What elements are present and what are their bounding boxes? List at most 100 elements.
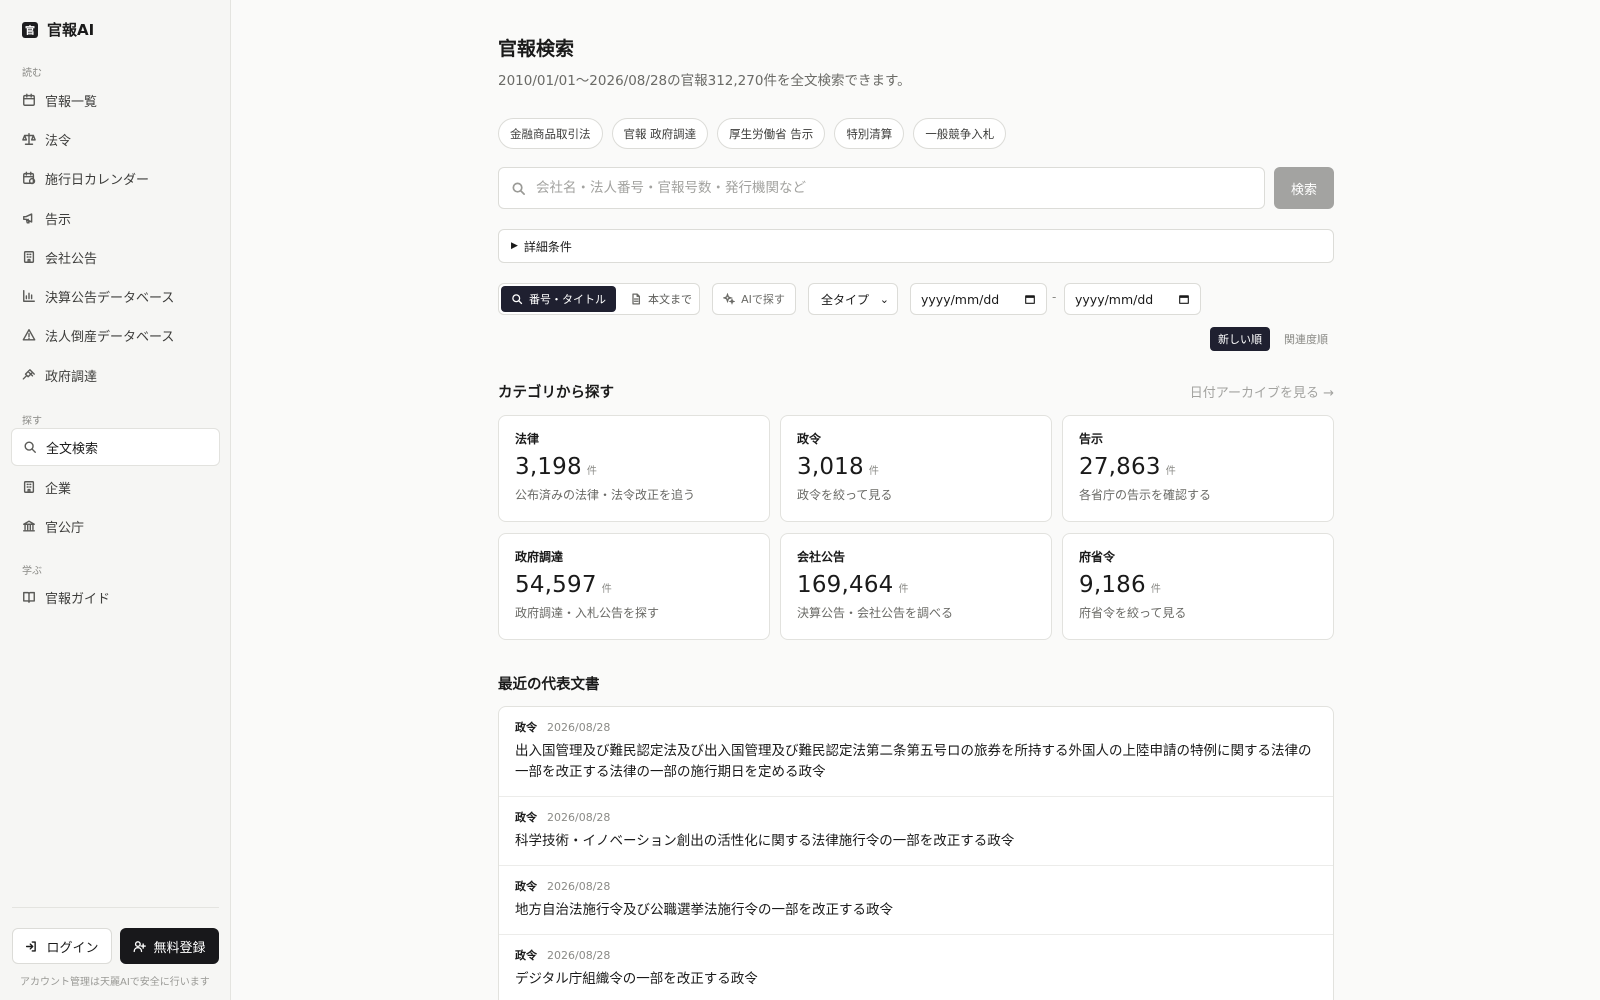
suggestion-chip[interactable]: 厚生労働省 告示 (717, 118, 826, 149)
list-item[interactable]: 政令 2026/08/28 地方自治法施行令及び公職選挙法施行令の一部を改正する政… (499, 866, 1333, 935)
megaphone-icon (23, 213, 33, 224)
login-button[interactable]: ログイン (12, 928, 112, 964)
category-desc: 政令を絞って見る (797, 488, 893, 502)
category-title: 政府調達 (515, 550, 564, 564)
sidebar-item-company-notices[interactable]: 会社公告 (11, 238, 220, 276)
category-title: 政令 (797, 432, 822, 446)
sort-relevance-button[interactable]: 関連度順 (1276, 327, 1336, 351)
calendar-clock-icon (23, 171, 36, 185)
list-item[interactable]: 政令 2026/08/28 科学技術・イノベーション創出の活性化に関する法律施行令… (499, 797, 1333, 866)
category-card-laws[interactable]: 法律 3,198 件 公布済みの法律・法令改正を追う (498, 415, 770, 522)
category-card-procurement[interactable]: 政府調達 54,597 件 政府調達・入札公告を探す (498, 533, 770, 640)
sidebar-item-gazette-list[interactable]: 官報一覧 (11, 81, 220, 119)
signup-button[interactable]: 無料登録 (120, 928, 219, 964)
gavel-icon (22, 369, 35, 380)
ai-search-button[interactable]: AIで探す (712, 283, 796, 315)
category-card-company-notices[interactable]: 会社公告 169,464 件 決算公告・会社公告を調べる (780, 533, 1052, 640)
signup-label: 無料登録 (153, 940, 206, 956)
brand-logo-icon: 官 (22, 21, 38, 38)
login-label: ログイン (46, 940, 99, 956)
recent-docs-list: 政令 2026/08/28 出入国管理及び難民認定法及び出入国管理及び難民認定法第… (498, 706, 1334, 1000)
search-mode-toggle: 番号・タイトル 本文まで (498, 283, 700, 315)
page-subtitle: 2010/01/01〜2026/08/28の官報312,270件を全文検索できま… (498, 73, 911, 89)
sidebar-item-label: 決算公告データベース (45, 290, 175, 306)
search-icon (512, 294, 523, 305)
sidebar-item-procurement[interactable]: 政府調達 (11, 356, 220, 394)
category-section-title: カテゴリから探す (498, 385, 614, 401)
doc-title: 出入国管理及び難民認定法及び出入国管理及び難民認定法第二条第五号ロの旅券を所持す… (515, 743, 1312, 780)
type-select-value: 全タイプ (821, 292, 870, 307)
type-select[interactable]: 全タイプ ⌄ (808, 283, 898, 315)
category-card-notices[interactable]: 告示 27,863 件 各省庁の告示を確認する (1062, 415, 1334, 522)
mode-title-label: 番号・タイトル (529, 293, 606, 306)
brand[interactable]: 官 官報AI (22, 19, 94, 40)
recent-docs-title: 最近の代表文書 (498, 677, 600, 693)
category-unit: 件 (586, 466, 597, 477)
landmark-icon (23, 520, 35, 532)
date-archive-link[interactable]: 日付アーカイブを見る → (1190, 382, 1334, 401)
search-button[interactable]: 検索 (1274, 167, 1334, 209)
category-unit: 件 (1150, 584, 1161, 595)
search-input[interactable] (536, 180, 1236, 196)
sidebar-item-label: 全文検索 (46, 441, 99, 457)
category-grid: 法律 3,198 件 公布済みの法律・法令改正を追う 政令 3,018 件 政令を絞… (498, 415, 1334, 640)
suggestion-chip[interactable]: 特別清算 (834, 118, 905, 149)
sort-newest-button[interactable]: 新しい順 (1210, 327, 1270, 351)
doc-type-badge: 政令 (515, 880, 537, 893)
suggestion-chip[interactable]: 官報 政府調達 (611, 118, 709, 149)
nav-section-learn: 学ぶ (22, 566, 42, 577)
sidebar-item-notices[interactable]: 告示 (11, 199, 220, 237)
category-card-cabinet-orders[interactable]: 政令 3,018 件 政令を絞って見る (780, 415, 1052, 522)
sidebar-item-label: 企業 (45, 481, 72, 497)
sidebar-item-calendar[interactable]: 施行日カレンダー (11, 159, 220, 197)
list-item[interactable]: 政令 2026/08/28 出入国管理及び難民認定法及び出入国管理及び難民認定法第… (499, 707, 1333, 797)
category-count: 3,198 (515, 454, 582, 480)
category-desc: 公布済みの法律・法令改正を追う (515, 488, 696, 502)
calendar-icon (23, 93, 35, 106)
suggestion-chip[interactable]: 一般競争入札 (913, 118, 1007, 149)
scale-icon (22, 133, 36, 145)
sidebar-item-agencies[interactable]: 官公庁 (11, 507, 220, 545)
category-desc: 政府調達・入札公告を探す (515, 606, 660, 620)
suggestion-chip[interactable]: 金融商品取引法 (498, 118, 603, 149)
date-separator: - (1052, 290, 1057, 304)
nav-section-search: 探す (22, 416, 42, 427)
sidebar-item-guide[interactable]: 官報ガイド (11, 578, 220, 616)
category-title: 告示 (1079, 432, 1104, 446)
category-desc: 決算公告・会社公告を調べる (797, 606, 954, 620)
sort-toggle: 新しい順 関連度順 (1210, 327, 1336, 351)
date-from-input[interactable]: yyyy/mm/dd (910, 283, 1047, 315)
category-unit: 件 (868, 466, 879, 477)
nav-section-read: 読む (22, 68, 42, 79)
doc-title: 科学技術・イノベーション創出の活性化に関する法律施行令の一部を改正する政令 (515, 833, 1015, 849)
sparkles-icon (723, 293, 736, 305)
sidebar-item-label: 官報ガイド (45, 591, 111, 607)
document-icon (632, 293, 641, 305)
advanced-filters-label: 詳細条件 (523, 239, 572, 254)
date-from-value: yyyy/mm/dd (921, 291, 1000, 307)
sidebar-item-financial-db[interactable]: 決算公告データベース (11, 277, 220, 315)
mode-title-button[interactable]: 番号・タイトル (501, 286, 616, 312)
category-unit: 件 (601, 584, 612, 595)
doc-date: 2026/08/28 (547, 880, 611, 893)
advanced-filters-toggle[interactable]: ▶ 詳細条件 (498, 229, 1334, 263)
date-to-input[interactable]: yyyy/mm/dd (1064, 283, 1201, 315)
sidebar-item-laws[interactable]: 法令 (11, 120, 220, 158)
category-count: 27,863 (1079, 454, 1161, 480)
sidebar-item-bankruptcy-db[interactable]: 法人倒産データベース (11, 316, 220, 354)
sidebar-item-fulltext-search[interactable]: 全文検索 (11, 428, 220, 466)
doc-title: 地方自治法施行令及び公職選挙法施行令の一部を改正する政令 (515, 902, 893, 918)
search-icon (512, 182, 525, 195)
page-title: 官報検索 (498, 38, 575, 60)
sidebar-item-companies[interactable]: 企業 (11, 468, 220, 506)
category-card-ministerial-orders[interactable]: 府省令 9,186 件 府省令を絞って見る (1062, 533, 1334, 640)
list-item[interactable]: 政令 2026/08/28 デジタル庁組織令の一部を改正する政令 (499, 935, 1333, 1000)
doc-type-badge: 政令 (515, 949, 537, 962)
account-note: アカウント管理は天麗AIで安全に行います (20, 977, 210, 988)
mode-body-button[interactable]: 本文まで (620, 286, 702, 312)
caret-right-icon: ▶ (511, 241, 518, 251)
sidebar-item-label: 告示 (45, 212, 72, 228)
category-unit: 件 (898, 584, 909, 595)
sidebar: 官 官報AI 読む 官報一覧 法令 施行日カレンダー 告示 会社公告 決算公告デ… (0, 0, 231, 1000)
category-desc: 各省庁の告示を確認する (1079, 488, 1212, 502)
